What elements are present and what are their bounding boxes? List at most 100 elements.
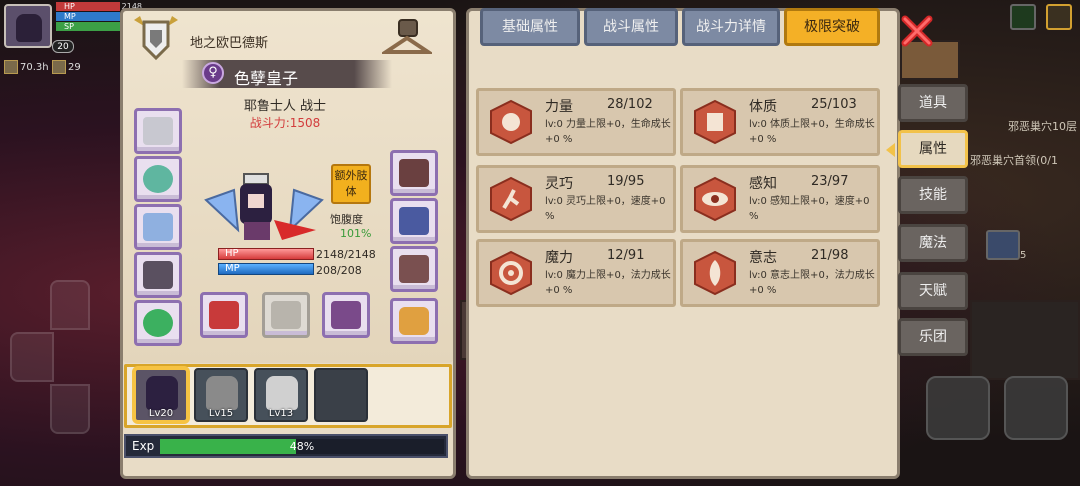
- gem-ring-icon: [143, 309, 173, 337]
- active-tab-arrow: [886, 143, 895, 157]
- equip-slot-bow[interactable]: [200, 292, 248, 338]
- member-portrait: [206, 376, 238, 410]
- body-icon: [694, 99, 736, 145]
- item-count: 5: [1020, 250, 1027, 261]
- dpad[interactable]: [10, 280, 130, 440]
- attribute-value: 23/97: [811, 174, 849, 189]
- member-portrait: [266, 376, 298, 410]
- member-level: Lv20: [148, 408, 174, 419]
- wing-icon: [143, 213, 173, 241]
- attribute-value: 21/98: [811, 248, 849, 263]
- equip-slot-belt[interactable]: [390, 198, 438, 244]
- trident-icon: [331, 301, 361, 329]
- runner-icon: [490, 176, 532, 222]
- sword-action-button[interactable]: [926, 376, 990, 440]
- hud-mp-bar: MP: [56, 12, 120, 21]
- side-tab-skills[interactable]: 技能: [898, 176, 968, 214]
- side-tab-attributes[interactable]: 属性: [898, 130, 968, 168]
- hp-value: 2148/2148: [316, 248, 376, 261]
- attribute-desc: lv:0 意志上限+0，法力成长+0 %: [749, 270, 875, 296]
- party-member-2[interactable]: Lv15: [194, 368, 248, 422]
- hanger-icon[interactable]: [382, 18, 432, 60]
- hex-badge-icon: [52, 60, 66, 74]
- member-level: Lv13: [268, 408, 294, 419]
- glove-icon: [399, 159, 429, 187]
- equip-slot-boots[interactable]: [390, 246, 438, 292]
- mp-value: 208/208: [316, 264, 362, 277]
- eye-icon: [694, 176, 736, 222]
- attribute-value: 25/103: [811, 97, 857, 112]
- mp-bar-label: MP: [225, 263, 240, 274]
- attribute-name: 灵巧: [545, 176, 573, 192]
- dpad-down[interactable]: [50, 384, 90, 434]
- party-member-1[interactable]: Lv20: [134, 368, 188, 422]
- attribute-card-constitution[interactable]: 体质 25/103 lv:0 体质上限+0，生命成长+0 %: [680, 88, 880, 156]
- tab-limit-break[interactable]: 极限突破: [784, 8, 880, 46]
- side-tab-magic[interactable]: 魔法: [898, 224, 968, 262]
- exp-percent: 48%: [289, 440, 315, 453]
- equip-slot-trident[interactable]: [322, 292, 370, 338]
- hp-bar-label: HP: [225, 248, 239, 259]
- equip-slot-wings[interactable]: [134, 204, 182, 250]
- will-icon: [694, 250, 736, 296]
- hud-hp-bar: HP 2148: [56, 2, 142, 11]
- character-avatar: [204, 173, 324, 240]
- attribute-card-magic[interactable]: 魔力 12/91 lv:0 魔力上限+0，法力成长+0 %: [476, 239, 676, 307]
- hud-count-value: 29: [68, 62, 81, 73]
- attribute-value: 19/95: [607, 174, 645, 189]
- hud-count-stat: 29: [52, 60, 81, 74]
- side-tab-band[interactable]: 乐团: [898, 318, 968, 356]
- attribute-card-perception[interactable]: 感知 23/97 lv:0 感知上限+0，速度+0 %: [680, 165, 880, 233]
- equip-slot-helmet[interactable]: [134, 108, 182, 154]
- rank-emblem-icon: [134, 16, 178, 61]
- tab-basic-attributes[interactable]: 基础属性: [480, 8, 580, 46]
- party-member-3[interactable]: Lv13: [254, 368, 308, 422]
- attribute-card-strength[interactable]: 力量 28/102 lv:0 力量上限+0，生命成长+0 %: [476, 88, 676, 156]
- equip-slot-gloves[interactable]: [390, 150, 438, 196]
- member-portrait: [146, 376, 178, 410]
- tab-combat-attributes[interactable]: 战斗属性: [584, 8, 678, 46]
- character-title: 地之欧巴德斯: [190, 36, 269, 51]
- side-tab-items[interactable]: 道具: [898, 84, 968, 122]
- armor-icon: [143, 261, 173, 289]
- character-hp-bar: HP: [218, 248, 314, 260]
- hud-time-stat: 70.3h: [4, 60, 49, 74]
- equip-slot-ring[interactable]: [134, 300, 182, 346]
- player-level-badge: 20: [52, 40, 74, 53]
- gender-badge: ♀: [202, 62, 224, 84]
- attribute-name: 感知: [749, 176, 777, 192]
- bow-action-button[interactable]: [1004, 376, 1068, 440]
- equip-slot-crossbow[interactable]: [262, 292, 310, 338]
- player-portrait[interactable]: [4, 4, 52, 48]
- close-icon[interactable]: [900, 14, 934, 48]
- boots-icon: [399, 255, 429, 283]
- map-label-floor: 邪恶巢穴10层: [1008, 120, 1077, 133]
- red-bow-icon: [209, 301, 239, 329]
- extra-limbs-button[interactable]: 额外肢体: [331, 164, 371, 204]
- side-tab-talent[interactable]: 天赋: [898, 272, 968, 310]
- muscle-icon: [490, 99, 532, 145]
- swirl-icon: [490, 250, 532, 296]
- character-name: 色孽皇子: [234, 69, 299, 88]
- satiety-value: 101%: [340, 227, 372, 240]
- attribute-card-will[interactable]: 意志 21/98 lv:0 意志上限+0，法力成长+0 %: [680, 239, 880, 307]
- tab-power-details[interactable]: 战斗力详情: [682, 8, 780, 46]
- attribute-desc: lv:0 感知上限+0，速度+0 %: [749, 196, 870, 222]
- party-member-empty[interactable]: [314, 368, 368, 422]
- equip-slot-accessory[interactable]: [390, 298, 438, 344]
- dpad-left[interactable]: [10, 332, 54, 382]
- attribute-value: 28/102: [607, 97, 653, 112]
- dpad-up[interactable]: [50, 280, 90, 330]
- equip-slot-amulet[interactable]: [134, 156, 182, 202]
- satiety-label: 饱腹度: [330, 213, 363, 226]
- network-icon[interactable]: [1010, 4, 1036, 30]
- attribute-desc: lv:0 体质上限+0，生命成长+0 %: [749, 119, 875, 145]
- attribute-desc: lv:0 力量上限+0，生命成长+0 %: [545, 119, 671, 145]
- attribute-desc: lv:0 魔力上限+0，法力成长+0 %: [545, 270, 671, 296]
- equip-slot-armor[interactable]: [134, 252, 182, 298]
- character-class: 耶鲁士人 战士: [243, 99, 327, 114]
- attribute-card-dexterity[interactable]: 灵巧 19/95 lv:0 灵巧上限+0，速度+0 %: [476, 165, 676, 233]
- expand-icon[interactable]: [1046, 4, 1072, 30]
- item-slot-icon[interactable]: [986, 230, 1020, 260]
- exp-label: Exp: [132, 439, 155, 453]
